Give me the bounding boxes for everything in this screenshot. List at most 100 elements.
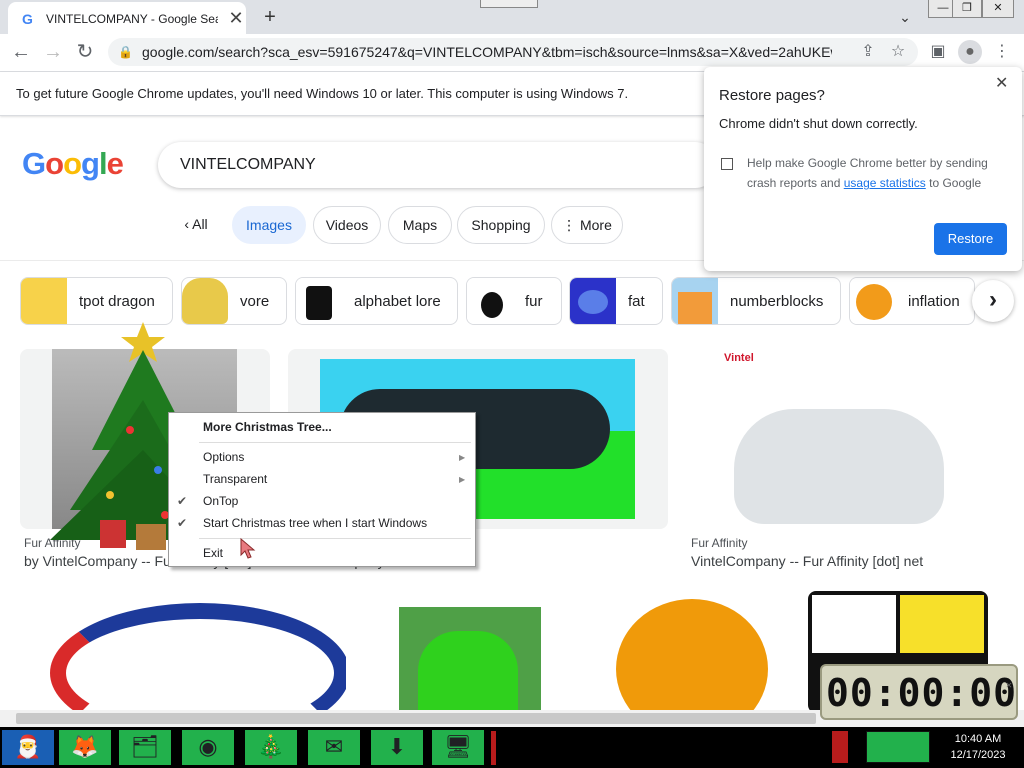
teddy-bear-icon bbox=[136, 524, 166, 550]
url-text[interactable]: google.com/search?sca_esv=591675247&q=VI… bbox=[142, 44, 832, 61]
chrome-menu-icon[interactable]: ⋮ bbox=[990, 40, 1014, 64]
related-label: tpot dragon bbox=[79, 293, 155, 310]
taskbar-computer-icon[interactable]: 🖥 bbox=[430, 728, 486, 767]
restore-title: Restore pages? bbox=[719, 87, 825, 104]
checkbox-label-line1: Help make Google Chrome better by sendin… bbox=[747, 156, 988, 170]
tab-maps[interactable]: Maps bbox=[388, 206, 452, 244]
image-result-3[interactable] bbox=[686, 349, 988, 529]
related-thumb bbox=[21, 278, 67, 324]
tab-all[interactable]: ‹ All bbox=[166, 206, 226, 244]
tab-images[interactable]: Images bbox=[232, 206, 306, 244]
related-thumb bbox=[296, 278, 342, 324]
related-chip-vore[interactable]: vore bbox=[181, 277, 287, 325]
image-result-4[interactable] bbox=[20, 591, 346, 713]
side-panel-icon[interactable]: ▣ bbox=[926, 40, 950, 64]
menu-item-transparent[interactable]: Transparent bbox=[203, 472, 267, 487]
menu-item-start-with-windows[interactable]: Start Christmas tree when I start Window… bbox=[203, 516, 427, 531]
restore-button[interactable]: Restore bbox=[934, 223, 1007, 255]
infobar-text: To get future Google Chrome updates, you… bbox=[16, 86, 629, 101]
christmas-tree-widget[interactable] bbox=[40, 320, 180, 556]
related-chip-numberblocks[interactable]: numberblocks bbox=[671, 277, 841, 325]
start-button-santa-icon[interactable]: 🎅 bbox=[0, 728, 56, 767]
crash-reports-checkbox[interactable] bbox=[721, 158, 733, 170]
checkbox-label-line2: crash reports and usage statistics to Go… bbox=[747, 176, 981, 191]
scrollbar-thumb[interactable] bbox=[16, 713, 816, 724]
tray-show-hidden[interactable] bbox=[832, 731, 848, 763]
window-title-handle bbox=[480, 0, 538, 8]
christmas-tree-context-menu: More Christmas Tree... Options ▶ Transpa… bbox=[168, 412, 476, 567]
close-window-button[interactable]: ✕ bbox=[982, 0, 1014, 18]
related-label: alphabet lore bbox=[354, 293, 441, 310]
taskbar-explorer-icon[interactable]: 🗂 bbox=[117, 728, 173, 767]
tray-date: 12/17/2023 bbox=[950, 749, 1006, 761]
related-label: vore bbox=[240, 293, 270, 310]
taskbar-christmas-tree-icon[interactable]: 🎄 bbox=[243, 728, 299, 767]
taskbar-thunderbird-icon[interactable]: ✉ bbox=[306, 728, 362, 767]
related-label: numberblocks bbox=[730, 293, 824, 310]
related-chip-fur[interactable]: fur bbox=[466, 277, 562, 325]
search-query[interactable]: VINTELCOMPANY bbox=[180, 156, 316, 174]
tab-search-button[interactable]: ⌄ bbox=[893, 6, 917, 28]
related-thumb bbox=[570, 278, 616, 324]
image-result-3-badge: Vintel bbox=[724, 352, 754, 364]
new-tab-button[interactable]: + bbox=[258, 4, 282, 30]
google-doodle-logo[interactable]: Google bbox=[22, 146, 124, 182]
system-tray-icons[interactable] bbox=[866, 731, 930, 763]
related-label: inflation bbox=[908, 293, 960, 310]
image-result-6[interactable] bbox=[594, 591, 790, 713]
related-thumb bbox=[467, 278, 513, 324]
tab-google-search[interactable]: G VINTELCOMPANY - Google Search ✕ bbox=[8, 2, 246, 34]
related-next-button[interactable]: › bbox=[972, 280, 1014, 322]
desktop-clock-widget[interactable]: 00:00:00 ✕ bbox=[820, 664, 1018, 720]
checkbox-label-text: to Google bbox=[929, 176, 982, 190]
tab-close-icon[interactable]: ✕ bbox=[226, 8, 246, 28]
tab-videos[interactable]: Videos bbox=[313, 206, 381, 244]
google-favicon-icon: G bbox=[22, 11, 33, 27]
related-label: fur bbox=[525, 293, 543, 310]
menu-item-options[interactable]: Options bbox=[203, 450, 244, 465]
search-box[interactable]: VINTELCOMPANY bbox=[158, 142, 718, 188]
tray-time: 10:40 AM bbox=[954, 733, 1002, 745]
tray-clock[interactable]: 10:40 AM 12/17/2023 bbox=[936, 731, 1020, 765]
clock-time: 00:00:00 bbox=[826, 671, 1018, 715]
taskbar-firefox-icon[interactable]: 🦊 bbox=[57, 728, 113, 767]
menu-item-more-christmas-tree[interactable]: More Christmas Tree... bbox=[203, 420, 332, 435]
tab-more[interactable]: ⋮ More bbox=[551, 206, 623, 244]
tab-shopping[interactable]: Shopping bbox=[457, 206, 545, 244]
present-icon bbox=[100, 520, 126, 548]
submenu-arrow-icon: ▶ bbox=[459, 453, 466, 462]
checkbox-label-text: crash reports and bbox=[747, 176, 841, 190]
address-bar[interactable]: 🔒 google.com/search?sca_esv=591675247&q=… bbox=[108, 38, 918, 66]
related-label: fat bbox=[628, 293, 645, 310]
restore-window-button[interactable]: ❐ bbox=[952, 0, 982, 18]
related-thumb bbox=[672, 278, 718, 324]
checkmark-icon: ✔ bbox=[177, 516, 188, 530]
related-chip-alphabet-lore[interactable]: alphabet lore bbox=[295, 277, 458, 325]
forward-button[interactable]: → bbox=[40, 39, 66, 65]
restore-pages-dialog: Restore pages? ✕ Chrome didn't shut down… bbox=[704, 67, 1022, 271]
bookmark-star-icon[interactable]: ☆ bbox=[886, 40, 910, 64]
image-result-5[interactable] bbox=[368, 591, 574, 713]
submenu-arrow-icon: ▶ bbox=[459, 475, 466, 484]
mouse-cursor-icon bbox=[240, 538, 256, 559]
profile-avatar[interactable]: ● bbox=[958, 40, 982, 64]
close-icon[interactable]: ✕ bbox=[995, 75, 1008, 93]
reload-button[interactable]: ↻ bbox=[72, 39, 98, 65]
usage-statistics-link[interactable]: usage statistics bbox=[844, 176, 926, 190]
related-chip-fat[interactable]: fat bbox=[569, 277, 663, 325]
menu-item-exit[interactable]: Exit bbox=[203, 546, 223, 561]
image-result-3-source[interactable]: Fur Affinity bbox=[691, 536, 747, 550]
menu-item-ontop[interactable]: OnTop bbox=[203, 494, 238, 509]
clock-close-icon[interactable]: ✕ bbox=[1006, 664, 1013, 708]
share-icon[interactable]: ⇪ bbox=[856, 40, 880, 64]
tab-title: VINTELCOMPANY - Google Search bbox=[46, 12, 218, 26]
checkmark-icon: ✔ bbox=[177, 494, 188, 508]
back-button[interactable]: ← bbox=[8, 39, 34, 65]
taskbar-download-icon[interactable]: ⬇ bbox=[369, 728, 425, 767]
taskbar-separator bbox=[491, 731, 496, 765]
related-chip-tpot-dragon[interactable]: tpot dragon bbox=[20, 277, 173, 325]
image-result-3-caption[interactable]: VintelCompany -- Fur Affinity [dot] net bbox=[691, 553, 981, 570]
lock-icon[interactable]: 🔒 bbox=[118, 44, 133, 60]
related-chip-inflation[interactable]: inflation bbox=[849, 277, 975, 325]
taskbar-chrome-icon[interactable]: ◉ bbox=[180, 728, 236, 767]
